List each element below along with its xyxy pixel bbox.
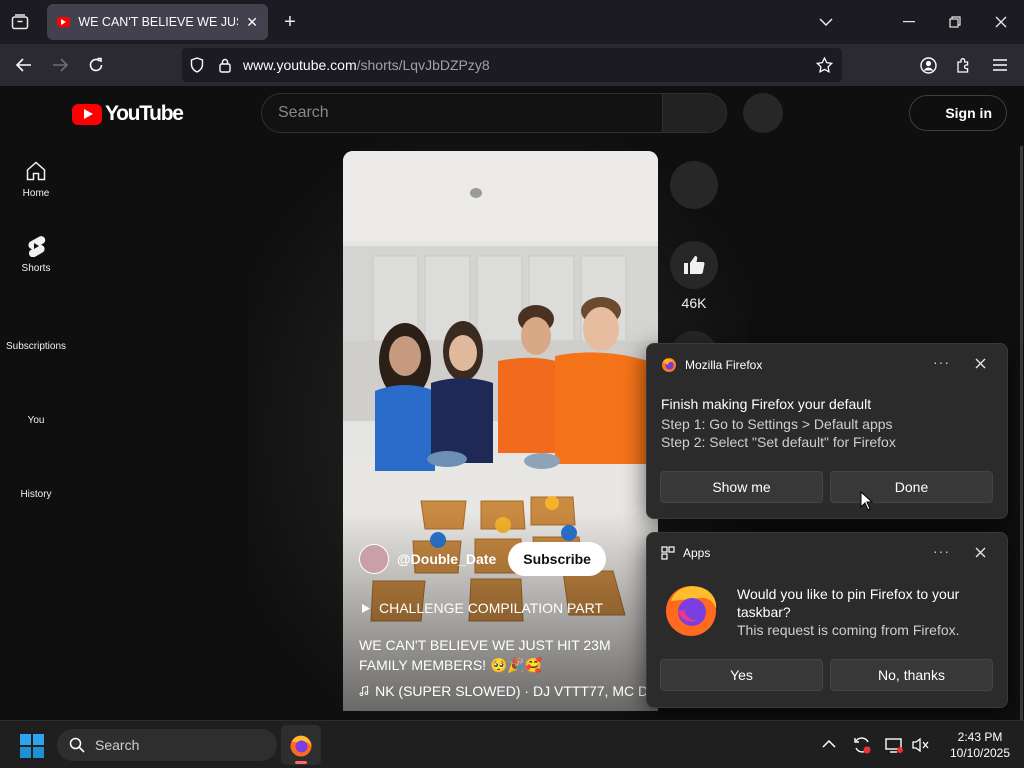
windows-taskbar: Search 2:43 PM 10/10/2025 [0, 720, 1024, 768]
firefox-icon [662, 358, 676, 372]
like-count: 46K [681, 295, 707, 311]
volume-muted-icon[interactable] [910, 735, 930, 755]
sidebar-item-shorts[interactable]: Shorts [0, 235, 72, 274]
channel-row: @Double_Date Subscribe [359, 542, 606, 576]
no-thanks-button[interactable]: No, thanks [830, 659, 993, 691]
firefox-icon [290, 735, 312, 757]
extensions-icon[interactable] [952, 53, 976, 77]
browser-tab-bar: WE CAN'T BELIEVE WE JUST HIT ✕ + [0, 0, 1024, 44]
sidebar-item-subscriptions[interactable]: Subscriptions [0, 341, 72, 352]
url-text[interactable]: www.youtube.com/shorts/LqvJbDZPzy8 [243, 57, 490, 73]
menu-icon[interactable] [988, 53, 1012, 77]
sidebar-item-label: You [27, 415, 45, 426]
minimize-icon[interactable] [897, 10, 921, 34]
channel-action-button[interactable] [670, 161, 718, 209]
sign-in-button[interactable]: Sign in [909, 95, 1007, 131]
tab-close-icon[interactable]: ✕ [246, 14, 258, 31]
youtube-search-input[interactable]: Search [261, 93, 663, 133]
youtube-favicon-icon [57, 17, 71, 27]
forward-icon[interactable] [48, 53, 72, 77]
music-link[interactable]: NK (SUPER SLOWED) · DJ VTTT77, MC Del [359, 683, 658, 699]
notification-step-1: Step 1: Go to Settings > Default apps [661, 416, 893, 432]
youtube-play-logo-icon [72, 103, 102, 125]
sidebar-item-label: Shorts [21, 263, 51, 274]
browser-nav-bar: www.youtube.com/shorts/LqvJbDZPzy8 [0, 44, 1024, 86]
close-window-icon[interactable] [989, 10, 1013, 34]
like-button[interactable] [670, 241, 718, 289]
youtube-logo[interactable]: YouTube [72, 102, 184, 126]
restore-icon[interactable] [943, 10, 967, 34]
default-browser-notification: Mozilla Firefox ··· Finish making Firefo… [646, 343, 1008, 519]
music-title: NK (SUPER SLOWED) · DJ VTTT77, MC Del [375, 683, 658, 699]
sidebar-item-history[interactable]: History [0, 489, 72, 500]
clock-time: 2:43 PM [957, 730, 1003, 744]
apps-icon [661, 546, 675, 560]
tab-active[interactable]: WE CAN'T BELIEVE WE JUST HIT ✕ [47, 4, 268, 40]
notification-app-name: Apps [683, 546, 711, 560]
yes-button[interactable]: Yes [660, 659, 823, 691]
sidebar-item-label: Subscriptions [5, 341, 67, 352]
notification-step-2: Step 2: Select "Set default" for Firefox [661, 434, 896, 450]
page-scrollbar[interactable] [1020, 146, 1023, 720]
network-display-icon[interactable] [884, 735, 904, 755]
music-note-icon [359, 685, 369, 697]
sidebar-item-you[interactable]: You [0, 415, 72, 426]
address-bar[interactable]: www.youtube.com/shorts/LqvJbDZPzy8 [182, 48, 842, 82]
url-path: /shorts/LqvJbDZPzy8 [356, 57, 490, 73]
more-options-icon[interactable]: ··· [933, 354, 950, 370]
channel-avatar[interactable] [359, 544, 389, 574]
bookmark-star-icon[interactable] [815, 56, 833, 74]
done-button[interactable]: Done [830, 471, 993, 503]
sidebar-item-label: History [20, 489, 52, 500]
notification-message: Would you like to pin Firefox to your ta… [737, 586, 960, 620]
taskbar-search-placeholder: Search [95, 737, 140, 753]
pin-taskbar-notification: Apps ··· Would you like to pin Firefox t… [646, 532, 1008, 708]
channel-name[interactable]: @Double_Date [397, 551, 496, 567]
notification-header: Apps [661, 546, 710, 560]
show-hidden-icons-chevron-icon[interactable] [822, 739, 836, 749]
short-title[interactable]: WE CAN'T BELIEVE WE JUST HIT 23M FAMILY … [359, 635, 649, 675]
tab-overview-icon[interactable] [8, 10, 32, 34]
notification-header: Mozilla Firefox [661, 357, 762, 373]
active-app-indicator [295, 761, 307, 764]
notification-title: Finish making Firefox your default [661, 396, 872, 412]
list-tabs-chevron-icon[interactable] [814, 10, 838, 34]
tracking-shield-icon[interactable] [188, 56, 206, 74]
play-icon [362, 603, 370, 613]
voice-search-button[interactable] [743, 93, 783, 133]
reload-icon[interactable] [84, 53, 108, 77]
account-icon[interactable] [916, 53, 940, 77]
show-me-button[interactable]: Show me [660, 471, 823, 503]
playlist-link[interactable]: CHALLENGE COMPILATION PART [361, 600, 603, 616]
shorts-video-player[interactable]: @Double_Date Subscribe CHALLENGE COMPILA… [343, 151, 658, 711]
youtube-logo-text: YouTube [105, 102, 184, 125]
firefox-logo-icon [666, 586, 717, 636]
tab-title: WE CAN'T BELIEVE WE JUST HIT [78, 15, 238, 29]
mouse-cursor-icon [860, 491, 874, 511]
clock-date: 10/10/2025 [949, 746, 1011, 760]
search-icon [69, 737, 85, 753]
close-icon[interactable] [975, 356, 986, 374]
taskbar-search-box[interactable]: Search [57, 729, 277, 761]
notification-subtext: This request is coming from Firefox. [737, 622, 960, 638]
youtube-search-button[interactable] [662, 93, 727, 133]
taskbar-firefox-app[interactable] [281, 725, 321, 765]
sidebar-item-home[interactable]: Home [0, 160, 72, 199]
url-host: www.youtube.com [243, 57, 357, 73]
lock-icon[interactable] [216, 56, 234, 74]
back-icon[interactable] [12, 53, 36, 77]
close-icon[interactable] [975, 545, 986, 563]
shorts-icon [28, 236, 46, 257]
playlist-title: CHALLENGE COMPILATION PART [379, 600, 604, 616]
thumbs-up-icon [684, 256, 705, 274]
sync-icon[interactable] [852, 735, 872, 755]
more-options-icon[interactable]: ··· [933, 543, 950, 559]
new-tab-icon[interactable]: + [278, 10, 302, 34]
subscribe-button[interactable]: Subscribe [508, 542, 606, 576]
sidebar-item-label: Home [22, 188, 50, 199]
notification-app-name: Mozilla Firefox [685, 358, 763, 372]
windows-start-icon[interactable] [20, 734, 44, 758]
home-icon [26, 161, 46, 181]
taskbar-clock[interactable]: 2:43 PM 10/10/2025 [940, 729, 1020, 761]
